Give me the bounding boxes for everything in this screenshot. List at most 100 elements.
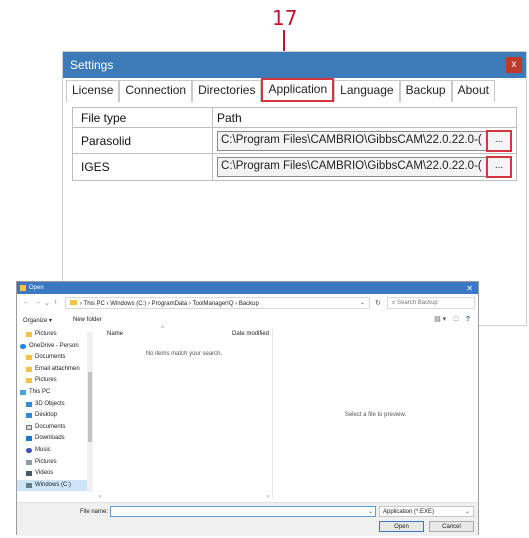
music-icon bbox=[26, 447, 32, 453]
path-cell: C:\Program Files\CAMBRIO\GibbsCAM\22.0.2… bbox=[213, 128, 516, 153]
video-icon bbox=[26, 471, 32, 477]
tree-item-label: Music bbox=[35, 446, 51, 453]
file-type-cell: IGES bbox=[73, 154, 213, 180]
tab-language[interactable]: Language bbox=[334, 80, 400, 102]
organize-button[interactable]: Organize ▾ bbox=[23, 317, 52, 324]
tree-item-downloads[interactable]: Downloads bbox=[17, 433, 93, 445]
column-header-path: Path bbox=[217, 110, 242, 125]
folder-icon bbox=[70, 300, 77, 305]
tree-item-videos[interactable]: Videos bbox=[17, 468, 93, 480]
close-icon[interactable]: ✕ bbox=[466, 284, 473, 293]
empty-message: No items match your search. bbox=[145, 351, 223, 357]
tree-item-pictures[interactable]: Pictures bbox=[17, 457, 93, 469]
cube-icon bbox=[26, 401, 32, 407]
tree-item-windows-c[interactable]: Windows (C:) bbox=[17, 479, 93, 492]
tree-item-label: OneDrive - Person bbox=[29, 342, 79, 349]
desktop-icon bbox=[26, 413, 32, 419]
column-header-name[interactable]: Name bbox=[107, 331, 123, 337]
tree-item-this-pc[interactable]: This PC bbox=[17, 387, 93, 399]
tab-backup[interactable]: Backup bbox=[399, 80, 452, 102]
folder-icon bbox=[26, 378, 32, 384]
settings-titlebar: Settings x bbox=[63, 52, 526, 78]
cancel-button[interactable]: Cancel bbox=[429, 521, 474, 532]
computer-icon bbox=[20, 389, 26, 395]
download-icon bbox=[26, 436, 32, 442]
tree-item-label: Documents bbox=[35, 423, 66, 430]
address-bar[interactable]: › This PC › Windows (C:) › ProgramData ›… bbox=[65, 297, 370, 309]
scroll-left-icon[interactable]: ‹ bbox=[99, 494, 101, 500]
screenshot-stage: 17 18 Settings x License Connection Dire… bbox=[0, 0, 529, 538]
navigation-pane: Pictures OneDrive - Person Documents Ema… bbox=[17, 329, 93, 493]
tab-directories[interactable]: Directories bbox=[192, 80, 262, 102]
up-arrow-icon[interactable]: ↑ bbox=[54, 299, 58, 306]
tree-item-3d-objects[interactable]: 3D Objects bbox=[17, 399, 93, 411]
folder-icon bbox=[20, 285, 26, 291]
tree-item-email-attachments[interactable]: Email attachmen bbox=[17, 364, 93, 376]
chevron-down-icon[interactable]: ⌄ bbox=[360, 299, 365, 306]
open-dialog-title: Open bbox=[29, 285, 44, 291]
path-field[interactable]: C:\Program Files\CAMBRIO\GibbsCAM\22.0.2… bbox=[217, 157, 497, 177]
preview-pane-icon[interactable]: □ bbox=[454, 316, 458, 323]
tree-item-label: Documents bbox=[35, 354, 66, 361]
scrollbar-thumb[interactable] bbox=[88, 372, 92, 442]
tree-item-label: Email attachmen bbox=[35, 365, 80, 372]
refresh-icon[interactable]: ↻ bbox=[375, 299, 381, 307]
tree-scrollbar[interactable] bbox=[87, 332, 93, 492]
tab-application[interactable]: Application bbox=[261, 78, 335, 102]
scroll-right-icon[interactable]: › bbox=[267, 494, 269, 500]
open-dialog-titlebar: Open ✕ bbox=[17, 282, 478, 294]
tree-item-documents[interactable]: Documents bbox=[17, 352, 93, 364]
navigation-bar: ← → ⌄ ↑ › This PC › Windows (C:) › Progr… bbox=[17, 296, 478, 310]
horizontal-scrollbar[interactable]: ‹ › bbox=[97, 494, 271, 501]
file-type-cell: Parasolid bbox=[73, 128, 213, 153]
tree-item-pictures[interactable]: Pictures bbox=[17, 375, 93, 387]
tab-about[interactable]: About bbox=[451, 80, 495, 102]
address-path: › This PC › Windows (C:) › ProgramData ›… bbox=[80, 301, 259, 307]
tab-connection[interactable]: Connection bbox=[119, 80, 193, 102]
tree-item-pictures[interactable]: Pictures bbox=[17, 329, 93, 341]
forward-arrow-icon[interactable]: → bbox=[34, 299, 41, 306]
open-button[interactable]: Open bbox=[379, 521, 424, 532]
column-header-date-modified[interactable]: Date modified bbox=[232, 331, 269, 337]
new-folder-button[interactable]: New folder bbox=[73, 317, 102, 323]
path-field[interactable]: C:\Program Files\CAMBRIO\GibbsCAM\22.0.2… bbox=[217, 130, 497, 151]
browse-button[interactable]: ... bbox=[486, 129, 512, 152]
tab-license[interactable]: License bbox=[66, 80, 120, 102]
browse-button[interactable]: ... bbox=[486, 156, 512, 178]
tree-item-onedrive[interactable]: OneDrive - Person bbox=[17, 341, 93, 353]
folder-icon bbox=[26, 366, 32, 372]
path-cell: C:\Program Files\CAMBRIO\GibbsCAM\22.0.2… bbox=[213, 154, 516, 180]
tree-item-documents[interactable]: Documents bbox=[17, 422, 93, 434]
tree-item-music[interactable]: Music bbox=[17, 445, 93, 457]
settings-close-button[interactable]: x bbox=[506, 57, 522, 73]
chevron-down-icon[interactable]: ⌄ bbox=[368, 508, 373, 515]
table-header-row: File type Path bbox=[73, 108, 516, 128]
folder-icon bbox=[26, 355, 32, 361]
sort-arrow-icon: ^ bbox=[161, 326, 164, 332]
search-icon: ⌕ bbox=[392, 300, 396, 306]
recent-locations-icon[interactable]: ⌄ bbox=[44, 299, 50, 307]
tree-item-label: This PC bbox=[29, 388, 51, 395]
tree-item-desktop[interactable]: Desktop bbox=[17, 410, 93, 422]
file-name-label: File name: bbox=[80, 509, 109, 515]
document-icon bbox=[26, 424, 32, 430]
search-input[interactable]: ⌕ Search Backup bbox=[387, 297, 475, 309]
file-type-table: File type Path Parasolid C:\Program File… bbox=[72, 107, 517, 181]
file-name-input[interactable] bbox=[110, 506, 376, 517]
file-list: ^ Name Date modified No items match your… bbox=[97, 326, 271, 493]
tree-item-label: Desktop bbox=[35, 412, 58, 419]
preview-message: Select a file to preview. bbox=[344, 412, 407, 418]
view-menu-icon[interactable]: ▤ ▾ bbox=[434, 316, 446, 323]
tree-item-label: Pictures bbox=[35, 331, 57, 337]
back-arrow-icon[interactable]: ← bbox=[23, 299, 30, 306]
open-dialog: Open ✕ ← → ⌄ ↑ › This PC › Windows (C:) … bbox=[16, 281, 479, 536]
table-row: Parasolid C:\Program Files\CAMBRIO\Gibbs… bbox=[73, 128, 516, 154]
help-icon[interactable]: ? bbox=[466, 316, 470, 323]
dialog-footer: File name: ⌄ Application (*.EXE) ⌄ Open … bbox=[17, 502, 478, 536]
file-type-select[interactable]: Application (*.EXE) ⌄ bbox=[379, 506, 474, 517]
picture-icon bbox=[26, 459, 32, 465]
chevron-down-icon: ⌄ bbox=[464, 509, 470, 515]
settings-tabs: License Connection Directories Applicati… bbox=[66, 78, 495, 102]
tree-item-label: Pictures bbox=[35, 377, 57, 384]
drive-icon bbox=[26, 482, 32, 488]
